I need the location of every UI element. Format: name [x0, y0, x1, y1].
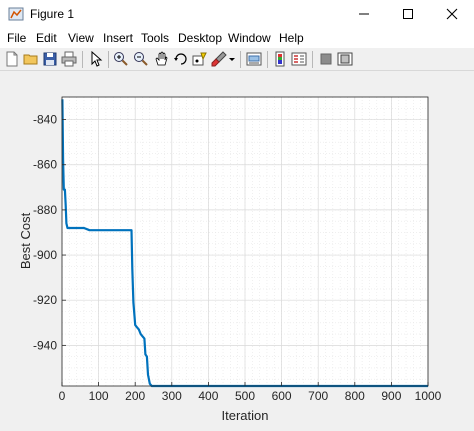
print-icon[interactable] [61, 51, 77, 67]
menu-bar: File Edit View Insert Tools Desktop Wind… [0, 28, 474, 48]
x-tick-label: 600 [272, 389, 292, 403]
x-tick-label: 800 [345, 389, 365, 403]
minimize-icon [359, 13, 369, 15]
brush-icon[interactable] [211, 51, 227, 67]
menu-window[interactable]: Window [228, 31, 271, 45]
x-tick-label: 200 [125, 389, 145, 403]
legend-icon[interactable] [291, 51, 307, 67]
close-icon [446, 8, 458, 20]
x-axis-label: Iteration [222, 408, 269, 423]
y-tick-label: -940 [33, 338, 57, 352]
toolbar-separator [267, 51, 268, 68]
figure-canvas[interactable]: 0 100 200 300 400 500 600 700 800 900 1000 -840 -860… [0, 71, 474, 426]
rotate-3d-icon[interactable] [173, 51, 189, 67]
x-tick-label: 400 [198, 389, 218, 403]
line-chart[interactable]: 0 100 200 300 400 500 600 700 800 900 1000 -840 -860… [0, 71, 474, 426]
menu-view[interactable]: View [68, 31, 94, 45]
show-plot-tools-icon[interactable] [337, 51, 353, 67]
menu-file[interactable]: File [7, 31, 26, 45]
new-figure-icon[interactable] [4, 51, 20, 67]
hide-plot-tools-icon[interactable] [318, 51, 334, 67]
data-cursor-icon[interactable] [192, 51, 208, 67]
y-tick-label: -920 [33, 293, 57, 307]
y-tick-label: -900 [33, 248, 57, 262]
figure-toolbar [0, 48, 474, 71]
matlab-figure-icon [8, 7, 24, 21]
toolbar-separator [240, 51, 241, 68]
x-tick-label: 1000 [415, 389, 442, 403]
y-tick-label: -880 [33, 203, 57, 217]
maximize-icon [403, 9, 413, 19]
zoom-out-icon[interactable] [133, 51, 149, 67]
window-title-bar: Figure 1 [0, 0, 474, 28]
x-tick-label: 300 [162, 389, 182, 403]
maximize-button[interactable] [386, 0, 430, 28]
y-tick-label: -860 [33, 158, 57, 172]
x-tick-label: 900 [381, 389, 401, 403]
menu-tools[interactable]: Tools [141, 31, 169, 45]
minimize-button[interactable] [342, 0, 386, 28]
menu-help[interactable]: Help [279, 31, 304, 45]
close-button[interactable] [430, 0, 474, 28]
toolbar-separator [312, 51, 313, 68]
edit-plot-icon[interactable] [88, 51, 104, 67]
link-plot-icon[interactable] [246, 51, 262, 67]
toolbar-separator [82, 51, 83, 68]
zoom-in-icon[interactable] [113, 51, 129, 67]
x-tick-label: 0 [59, 389, 66, 403]
x-tick-label: 100 [89, 389, 109, 403]
colorbar-icon[interactable] [272, 51, 288, 67]
x-tick-label: 700 [308, 389, 328, 403]
y-axis-label: Best Cost [18, 212, 33, 269]
y-tick-label: -840 [33, 113, 57, 127]
x-tick-label: 500 [235, 389, 255, 403]
save-icon[interactable] [42, 51, 58, 67]
menu-desktop[interactable]: Desktop [178, 31, 222, 45]
pan-icon[interactable] [153, 51, 169, 67]
window-title: Figure 1 [30, 7, 75, 21]
open-file-icon[interactable] [23, 51, 39, 67]
menu-insert[interactable]: Insert [103, 31, 133, 45]
toolbar-separator [108, 51, 109, 68]
brush-dropdown-icon[interactable] [228, 51, 236, 67]
menu-edit[interactable]: Edit [36, 31, 57, 45]
